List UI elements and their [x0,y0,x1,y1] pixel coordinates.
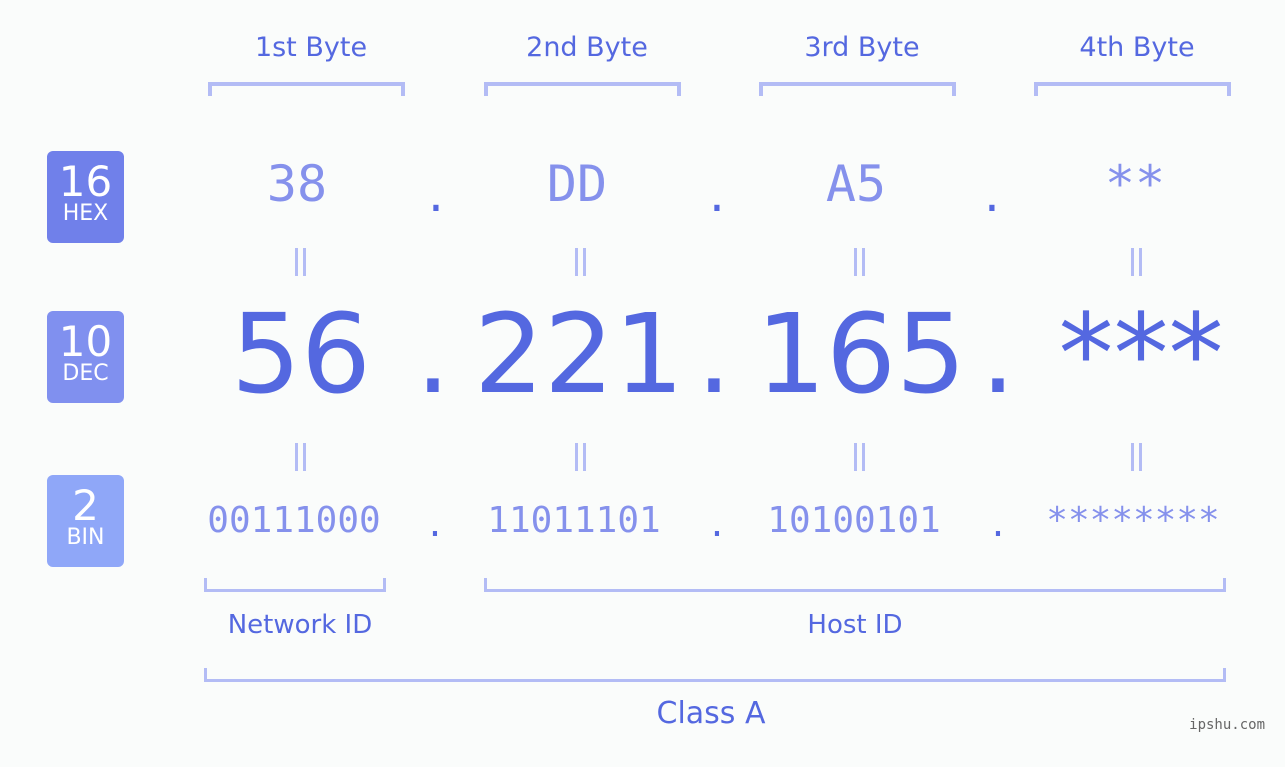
bin-separator: . [991,500,1005,546]
hex-label: HEX [62,201,109,226]
dec-byte-3: 165 [756,290,966,418]
dec-byte-4: *** [1058,290,1224,418]
hex-badge: 16 HEX [47,151,124,243]
equals-icon [561,244,601,278]
host-id-bracket [484,578,1226,592]
dec-base: 10 [58,317,113,366]
bin-byte-3: 10100101 [767,500,941,541]
byte-header-3: 3rd Byte [804,32,920,63]
hex-base: 16 [58,157,113,206]
hex-byte-3: A5 [825,155,887,213]
hex-byte-1: 38 [266,155,328,213]
byte-header-4: 4th Byte [1079,32,1195,63]
watermark: ipshu.com [1189,717,1265,733]
equals-icon [1117,439,1157,473]
equals-icon [1117,244,1157,278]
equals-icon [281,244,321,278]
bin-byte-1: 00111000 [207,500,381,541]
dec-separator: . [980,290,1016,418]
equals-icon [840,244,880,278]
host-id-label: Host ID [807,610,903,640]
byte-header-1: 1st Byte [254,32,368,63]
dec-separator: . [415,290,451,418]
bin-label: BIN [66,525,105,550]
byte-bracket-3 [759,82,956,96]
bin-separator: . [428,500,442,546]
class-bracket [204,668,1226,682]
class-label: Class A [656,696,766,731]
equals-icon [840,439,880,473]
dec-badge: 10 DEC [47,311,124,403]
network-id-bracket [204,578,386,592]
network-id-label: Network ID [227,610,373,640]
byte-bracket-4 [1034,82,1231,96]
hex-byte-2: DD [546,155,608,213]
equals-icon [561,439,601,473]
bin-separator: . [710,500,724,546]
dec-separator: . [696,290,732,418]
dec-byte-2: 221 [474,290,684,418]
hex-separator: . [428,165,444,223]
byte-bracket-2 [484,82,681,96]
equals-icon [281,439,321,473]
bin-base: 2 [72,481,99,530]
dec-byte-1: 56 [231,290,371,418]
hex-separator: . [709,165,725,223]
bin-byte-2: 11011101 [487,500,661,541]
dec-label: DEC [62,361,109,386]
hex-byte-4: ** [1104,155,1166,213]
byte-bracket-1 [208,82,405,96]
hex-separator: . [984,165,1000,223]
byte-header-2: 2nd Byte [526,32,648,63]
bin-byte-4: ******** [1046,500,1220,541]
bin-badge: 2 BIN [47,475,124,567]
